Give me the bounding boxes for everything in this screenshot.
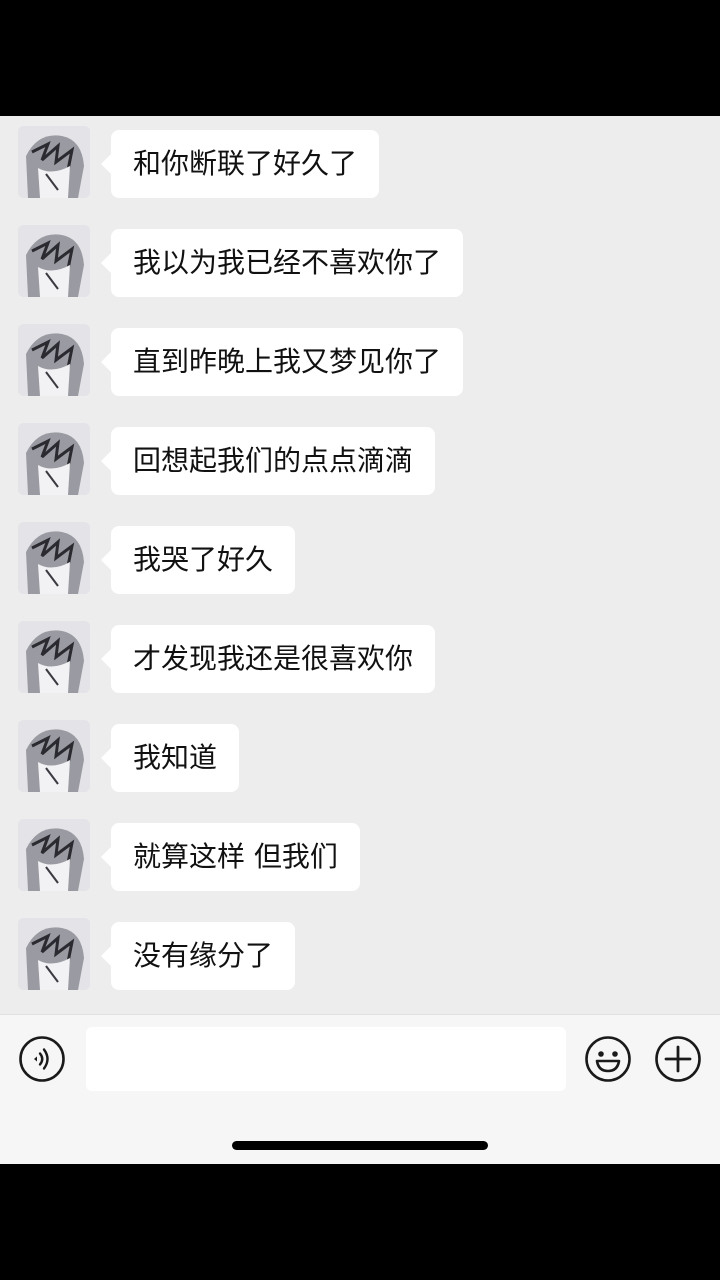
avatar[interactable] xyxy=(18,324,90,396)
message-row: 直到昨晚上我又梦见你了 xyxy=(18,314,708,396)
message-row: 没有缘分了 xyxy=(18,908,708,990)
message-bubble[interactable]: 回想起我们的点点滴滴 xyxy=(100,427,436,495)
avatar[interactable] xyxy=(18,720,90,792)
chat-screen: 和你断联了好久了 我以为我已经不喜欢你了 直到昨晚上我又梦见你了 回想起我们的点… xyxy=(0,116,720,1164)
avatar[interactable] xyxy=(18,423,90,495)
message-bubble[interactable]: 直到昨晚上我又梦见你了 xyxy=(100,328,464,396)
message-row: 我哭了好久 xyxy=(18,512,708,594)
message-bubble[interactable]: 才发现我还是很喜欢你 xyxy=(100,625,436,693)
voice-icon[interactable] xyxy=(18,1035,66,1083)
avatar[interactable] xyxy=(18,819,90,891)
message-bubble[interactable]: 和你断联了好久了 xyxy=(100,130,380,198)
avatar[interactable] xyxy=(18,522,90,594)
message-input[interactable] xyxy=(86,1027,566,1091)
avatar[interactable] xyxy=(18,225,90,297)
message-list[interactable]: 和你断联了好久了 我以为我已经不喜欢你了 直到昨晚上我又梦见你了 回想起我们的点… xyxy=(0,116,720,1014)
avatar[interactable] xyxy=(18,918,90,990)
message-bubble[interactable]: 我知道 xyxy=(100,724,240,792)
input-bar xyxy=(0,1014,720,1164)
message-row: 我以为我已经不喜欢你了 xyxy=(18,215,708,297)
message-row: 我知道 xyxy=(18,710,708,792)
message-bubble[interactable]: 我以为我已经不喜欢你了 xyxy=(100,229,464,297)
avatar[interactable] xyxy=(18,126,90,198)
message-row: 回想起我们的点点滴滴 xyxy=(18,413,708,495)
message-bubble[interactable]: 没有缘分了 xyxy=(100,922,296,990)
message-row: 和你断联了好久了 xyxy=(18,116,708,198)
message-bubble[interactable]: 我哭了好久 xyxy=(100,526,296,594)
plus-icon[interactable] xyxy=(654,1035,702,1083)
message-row: 就算这样 但我们 xyxy=(18,809,708,891)
home-indicator[interactable] xyxy=(232,1141,488,1150)
emoji-icon[interactable] xyxy=(584,1035,632,1083)
avatar[interactable] xyxy=(18,621,90,693)
message-bubble[interactable]: 就算这样 但我们 xyxy=(101,823,360,891)
message-row: 才发现我还是很喜欢你 xyxy=(18,611,708,693)
